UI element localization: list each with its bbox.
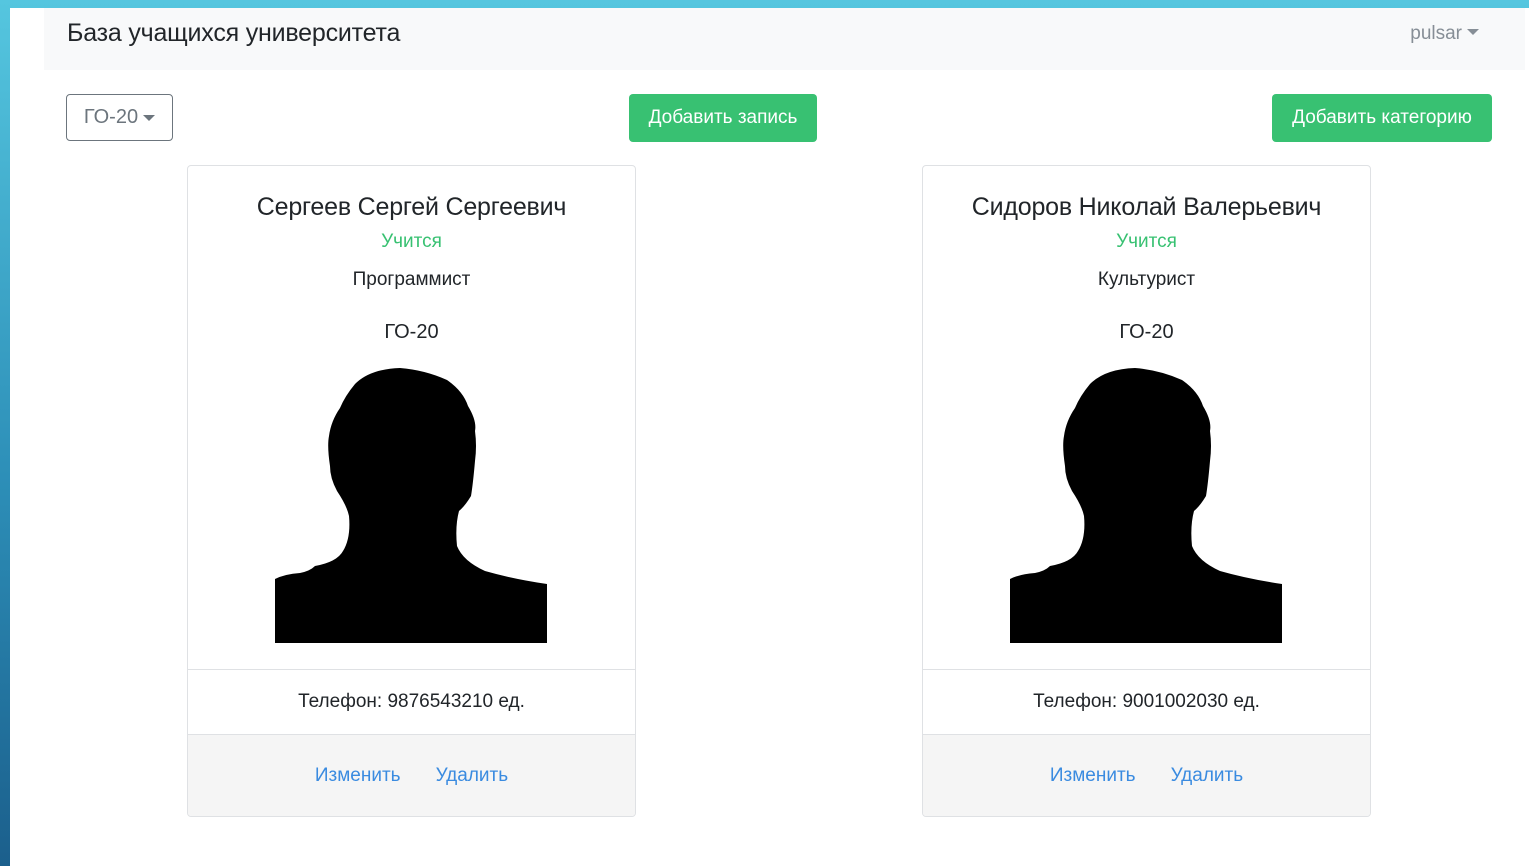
card-footer: Изменить Удалить [923,734,1370,816]
student-status: Учится [1116,231,1177,252]
delete-link[interactable]: Удалить [436,765,509,787]
student-group: ГО-20 [1119,321,1174,343]
navbar: База учащихся университета pulsar [44,8,1525,70]
caret-down-icon [143,114,156,121]
group-filter-dropdown[interactable]: ГО-20 [66,94,173,141]
student-card: Сергеев Сергей Сергеевич Учится Программ… [187,165,636,817]
user-name: pulsar [1410,23,1462,44]
person-silhouette-icon [1010,368,1282,643]
student-phone: Телефон: 9001002030 ед. [923,669,1370,734]
page: База учащихся университета pulsar ГО-20 … [10,8,1529,866]
person-silhouette-icon [275,368,547,643]
caret-down-icon [1467,29,1479,35]
add-category-button[interactable]: Добавить категорию [1272,94,1492,142]
student-status: Учится [381,231,442,252]
student-card: Сидоров Николай Валерьевич Учится Культу… [922,165,1371,817]
student-group: ГО-20 [384,321,439,343]
group-filter-label: ГО-20 [83,106,139,128]
edit-link[interactable]: Изменить [1050,765,1136,787]
card-body: Сергеев Сергей Сергеевич Учится Программ… [188,166,635,669]
delete-link[interactable]: Удалить [1171,765,1244,787]
student-phone: Телефон: 9876543210 ед. [188,669,635,734]
card-body: Сидоров Николай Валерьевич Учится Культу… [923,166,1370,669]
student-profession: Культурист [1097,269,1196,290]
student-name: Сидоров Николай Валерьевич [971,193,1322,221]
user-menu[interactable]: pulsar [1410,23,1479,45]
student-profession: Программист [352,269,471,290]
app-title[interactable]: База учащихся университета [67,19,400,48]
edit-link[interactable]: Изменить [315,765,401,787]
card-footer: Изменить Удалить [188,734,635,816]
student-name: Сергеев Сергей Сергеевич [256,193,567,221]
add-record-button[interactable]: Добавить запись [629,94,817,142]
